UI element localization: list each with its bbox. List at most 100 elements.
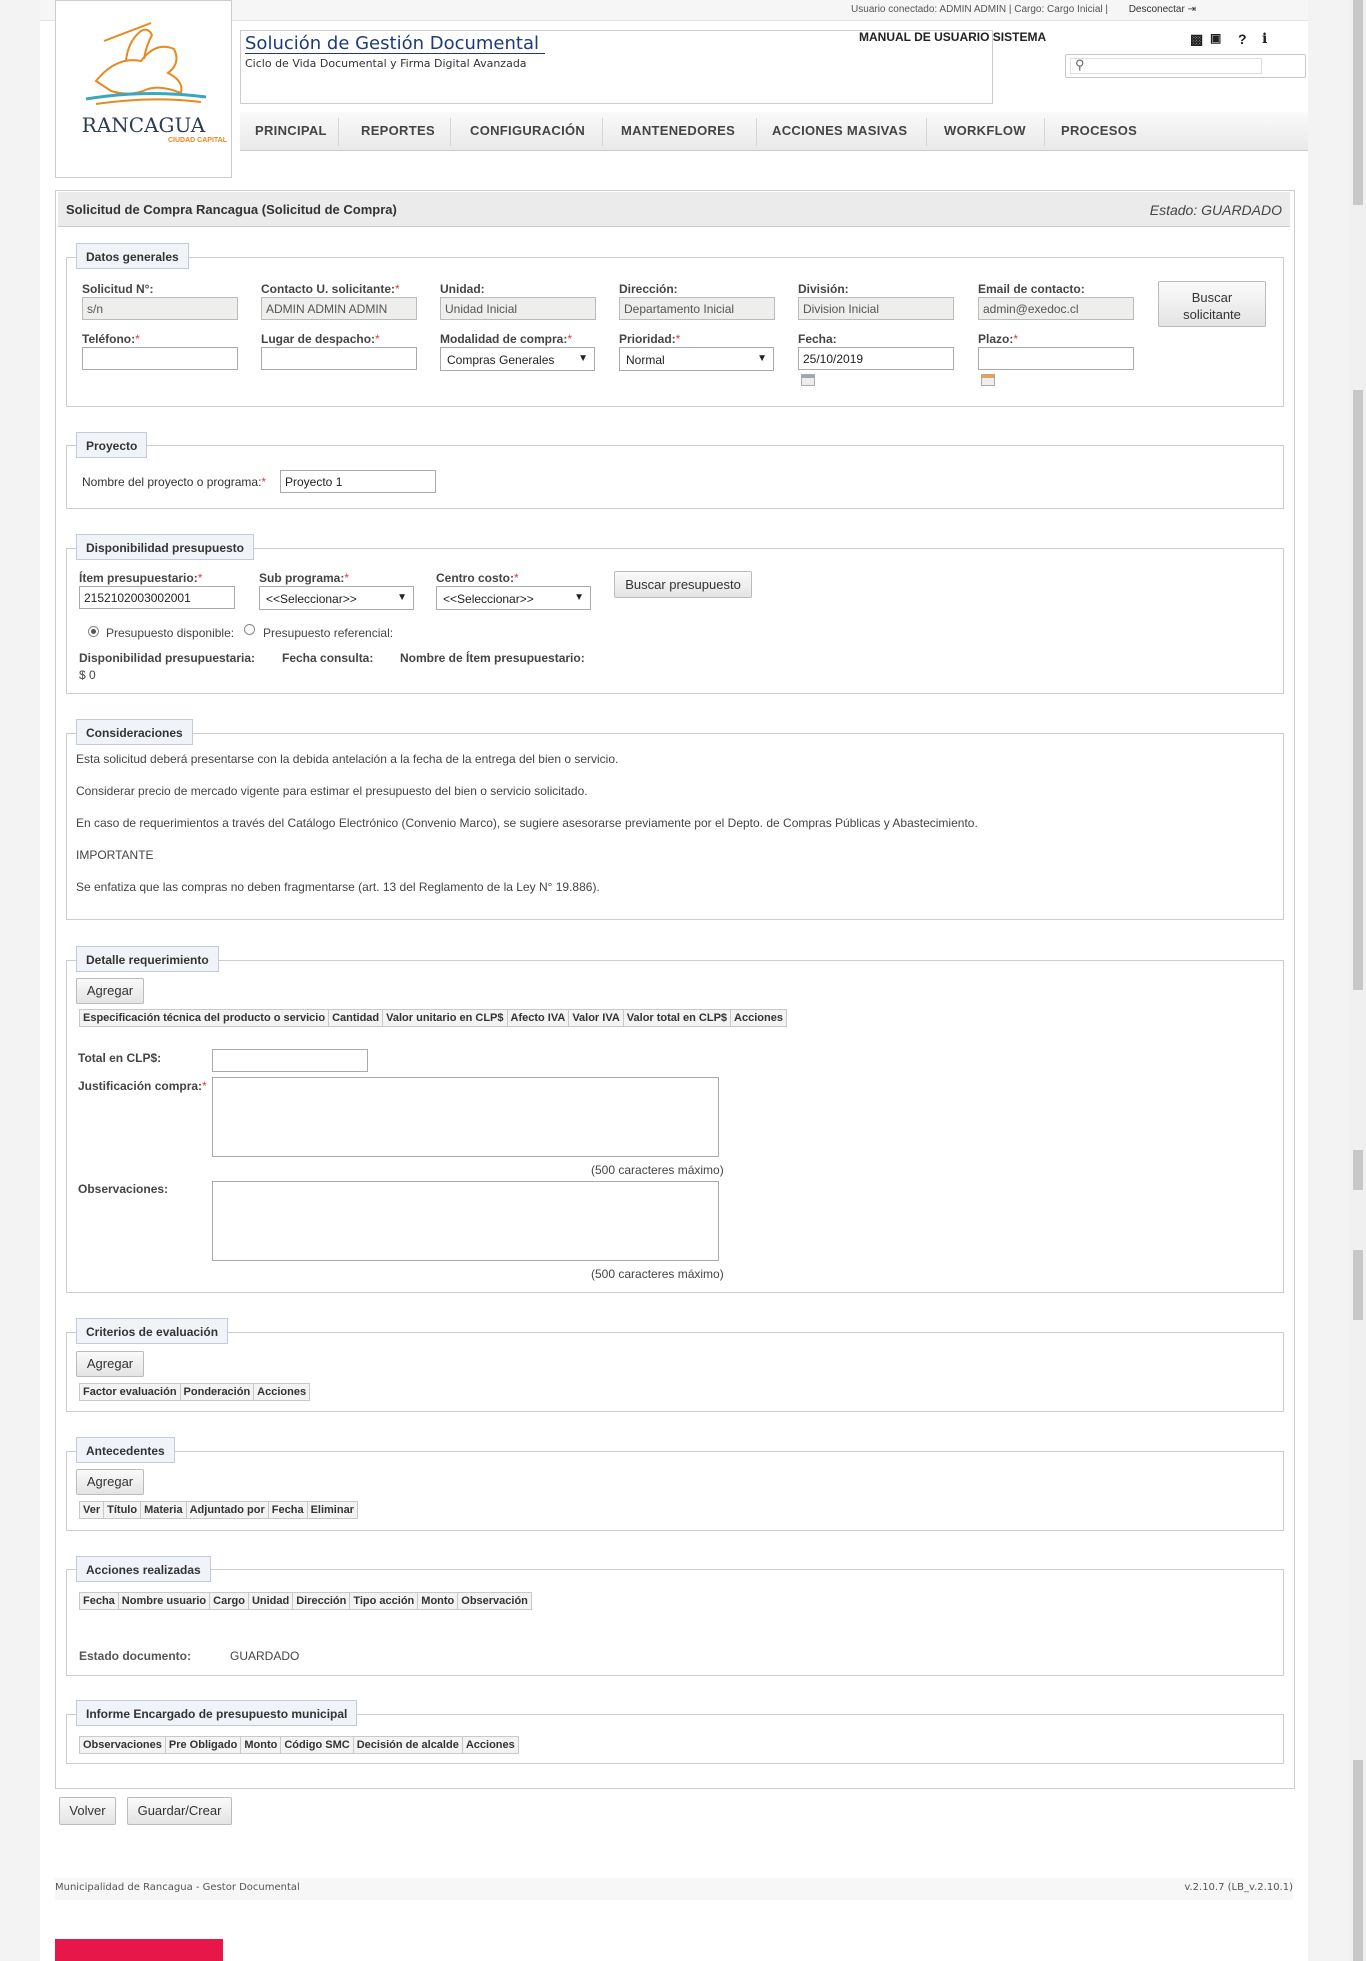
column-header[interactable]: Nombre usuario (119, 1593, 211, 1609)
consideracion-line-importante: IMPORTANTE (76, 848, 154, 862)
item-presupuestario-input[interactable]: 2152102003002001 (79, 586, 235, 609)
presupuesto-referencial-radio[interactable] (244, 624, 255, 635)
required-mark: * (135, 332, 140, 346)
calendar-icon[interactable] (981, 374, 995, 386)
justificacion-textarea[interactable] (212, 1077, 719, 1157)
nav-procesos[interactable]: PROCESOS (1061, 123, 1137, 138)
column-header[interactable]: Valor IVA (569, 1010, 624, 1026)
guardar-crear-button[interactable]: Guardar/Crear (127, 1797, 232, 1825)
column-header[interactable]: Unidad (249, 1593, 294, 1609)
column-header[interactable]: Valor unitario en CLP$ (383, 1010, 508, 1026)
nav-principal[interactable]: PRINCIPAL (255, 123, 327, 138)
chevron-down-icon: ▼ (397, 592, 407, 603)
column-header[interactable]: Materia (141, 1502, 187, 1518)
lugar-label: Lugar de despacho:* (261, 332, 380, 346)
column-header[interactable]: Especificación técnica del producto o se… (80, 1010, 330, 1026)
subprograma-selected[interactable]: <<Seleccionar>> (266, 592, 357, 606)
column-header[interactable]: Ponderación (181, 1384, 255, 1400)
column-header[interactable]: Factor evaluación (80, 1384, 181, 1400)
logo-subtitle: CIUDAD CAPITAL (168, 137, 227, 144)
info-icon[interactable]: i (1262, 31, 1267, 47)
lugar-despacho-input[interactable] (261, 347, 417, 370)
column-header[interactable]: Ver (80, 1502, 105, 1518)
column-header[interactable]: Observaciones (80, 1737, 166, 1753)
nav-workflow[interactable]: WORKFLOW (944, 123, 1026, 138)
column-header[interactable]: Observación (458, 1593, 531, 1609)
legend-datos-generales: Datos generales (76, 243, 189, 269)
subprograma-label: Sub programa:* (259, 571, 349, 585)
solicitud-field: s/n (82, 297, 238, 320)
buscar-solicitante-line2[interactable]: solicitante (1159, 306, 1265, 323)
column-header[interactable]: Tipo acción (350, 1593, 419, 1609)
column-header[interactable]: Cargo (210, 1593, 249, 1609)
column-header[interactable]: Adjuntado por (187, 1502, 269, 1518)
book-icon[interactable]: ▩ (1190, 31, 1203, 48)
scrollbar-thumb[interactable] (1353, 0, 1363, 205)
page-scrollbar[interactable] (1350, 0, 1366, 1961)
required-mark: * (197, 571, 203, 585)
required-mark: * (675, 332, 681, 346)
column-header[interactable]: Decisión de alcalde (354, 1737, 463, 1753)
manual-link[interactable]: MANUAL DE USUARIO SISTEMA (859, 30, 1046, 44)
column-header[interactable]: Acciones (463, 1737, 518, 1753)
buscar-solicitante-button[interactable]: Buscar solicitante (1158, 281, 1266, 327)
column-header[interactable]: Fecha (80, 1593, 119, 1609)
nav-reportes[interactable]: REPORTES (361, 123, 435, 138)
column-header[interactable]: Código SMC (281, 1737, 354, 1753)
nav-divider (756, 118, 757, 146)
buscar-solicitante-line1[interactable]: Buscar (1159, 289, 1265, 306)
centro-costo-label: Centro costo:* (436, 571, 519, 585)
fecha-label: Fecha: (798, 332, 837, 346)
column-header[interactable]: Valor total en CLP$ (624, 1010, 732, 1026)
presupuesto-disponible-radio[interactable] (88, 626, 99, 637)
column-header[interactable]: Monto (418, 1593, 459, 1609)
buscar-presupuesto-button[interactable]: Buscar presupuesto (614, 571, 752, 598)
proyecto-input[interactable]: Proyecto 1 (280, 470, 436, 493)
agregar-detalle-button[interactable]: Agregar (76, 978, 144, 1004)
nav-configuracion[interactable]: CONFIGURACIÓN (470, 123, 585, 138)
help-icon[interactable]: ? (1238, 31, 1247, 47)
volver-button[interactable]: Volver (59, 1797, 116, 1825)
agregar-antecedente-button[interactable]: Agregar (76, 1469, 144, 1495)
nombre-item-label: Nombre de Ítem presupuestario: (400, 651, 585, 665)
total-clp-input[interactable] (212, 1049, 368, 1072)
logout-link[interactable]: Desconectar ⇥ (1129, 4, 1196, 15)
nav-acciones-masivas[interactable]: ACCIONES MASIVAS (772, 123, 907, 138)
column-header[interactable]: Cantidad (329, 1010, 384, 1026)
subprograma-label-text: Sub programa: (259, 571, 345, 585)
search-input[interactable]: ⚲ (1070, 57, 1262, 74)
modalidad-select[interactable]: Compras Generales ▼ (440, 347, 595, 371)
fecha-input[interactable]: 25/10/2019 (798, 347, 954, 370)
modalidad-selected[interactable]: Compras Generales (447, 353, 554, 367)
centro-costo-select[interactable]: <<Seleccionar>> ▼ (436, 586, 591, 610)
column-header[interactable]: Título (104, 1502, 142, 1518)
column-header[interactable]: Dirección (293, 1593, 351, 1609)
subprograma-select[interactable]: <<Seleccionar>> ▼ (259, 586, 414, 610)
column-header[interactable]: Monto (241, 1737, 282, 1753)
fieldset-antecedentes (66, 1451, 1284, 1531)
id-card-icon[interactable]: ▣ (1210, 31, 1221, 45)
observaciones-textarea[interactable] (212, 1181, 719, 1261)
agregar-criterio-button[interactable]: Agregar (76, 1351, 144, 1377)
centro-selected[interactable]: <<Seleccionar>> (443, 592, 534, 606)
plazo-input[interactable] (978, 347, 1134, 370)
logout-label[interactable]: Desconectar (1129, 4, 1185, 15)
legend-detalle: Detalle requerimiento (76, 946, 219, 972)
column-header[interactable]: Afecto IVA (508, 1010, 570, 1026)
calendar-icon[interactable] (801, 374, 815, 386)
column-header[interactable]: Acciones (254, 1384, 309, 1400)
column-header[interactable]: Fecha (269, 1502, 308, 1518)
telefono-input[interactable] (82, 347, 238, 370)
prioridad-selected[interactable]: Normal (626, 353, 665, 367)
nav-mantenedores[interactable]: MANTENEDORES (621, 123, 735, 138)
column-header[interactable]: Acciones (731, 1010, 786, 1026)
plazo-label: Plazo:* (978, 332, 1018, 346)
direccion-label: Dirección: (619, 282, 678, 296)
prioridad-select[interactable]: Normal ▼ (619, 347, 774, 371)
column-header[interactable]: Eliminar (308, 1502, 357, 1518)
chevron-down-icon: ▼ (578, 353, 588, 364)
column-header[interactable]: Pre Obligado (166, 1737, 242, 1753)
search-box[interactable]: ⚲ (1065, 54, 1306, 78)
nav-divider (602, 118, 603, 146)
required-mark: * (344, 571, 350, 585)
